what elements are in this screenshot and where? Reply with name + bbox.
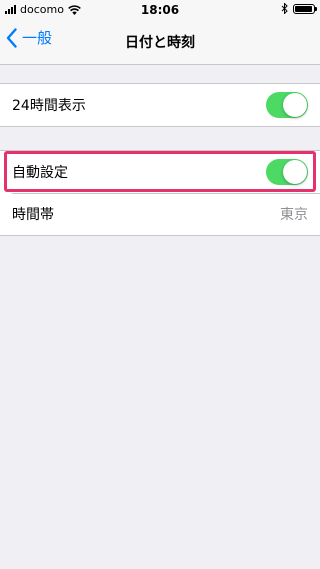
status-bar: docomo 18:06 bbox=[0, 0, 320, 20]
battery-icon bbox=[293, 3, 317, 14]
toggle-24hour[interactable] bbox=[266, 92, 308, 118]
navigation-bar: 一般 日付と時刻 bbox=[0, 20, 320, 65]
row-24hour: 24時間表示 bbox=[0, 84, 320, 126]
page-title: 日付と時刻 bbox=[125, 35, 195, 51]
row-auto-set-label: 自動設定 bbox=[12, 165, 68, 181]
row-auto-set: 自動設定 bbox=[0, 151, 320, 193]
toggle-auto-set[interactable] bbox=[266, 159, 308, 185]
toggle-knob bbox=[283, 160, 307, 184]
row-timezone-value: 東京 bbox=[280, 207, 308, 223]
row-timezone[interactable]: 時間帯 東京 bbox=[0, 193, 320, 235]
status-time: 18:06 bbox=[140, 3, 180, 17]
row-timezone-label: 時間帯 bbox=[12, 207, 54, 223]
toggle-knob bbox=[283, 93, 307, 117]
status-right bbox=[281, 3, 317, 14]
bluetooth-icon bbox=[281, 3, 288, 14]
row-24hour-label: 24時間表示 bbox=[12, 98, 86, 114]
settings-group-24hour: 24時間表示 bbox=[0, 83, 320, 127]
settings-group-auto: 自動設定 時間帯 東京 bbox=[0, 150, 320, 236]
